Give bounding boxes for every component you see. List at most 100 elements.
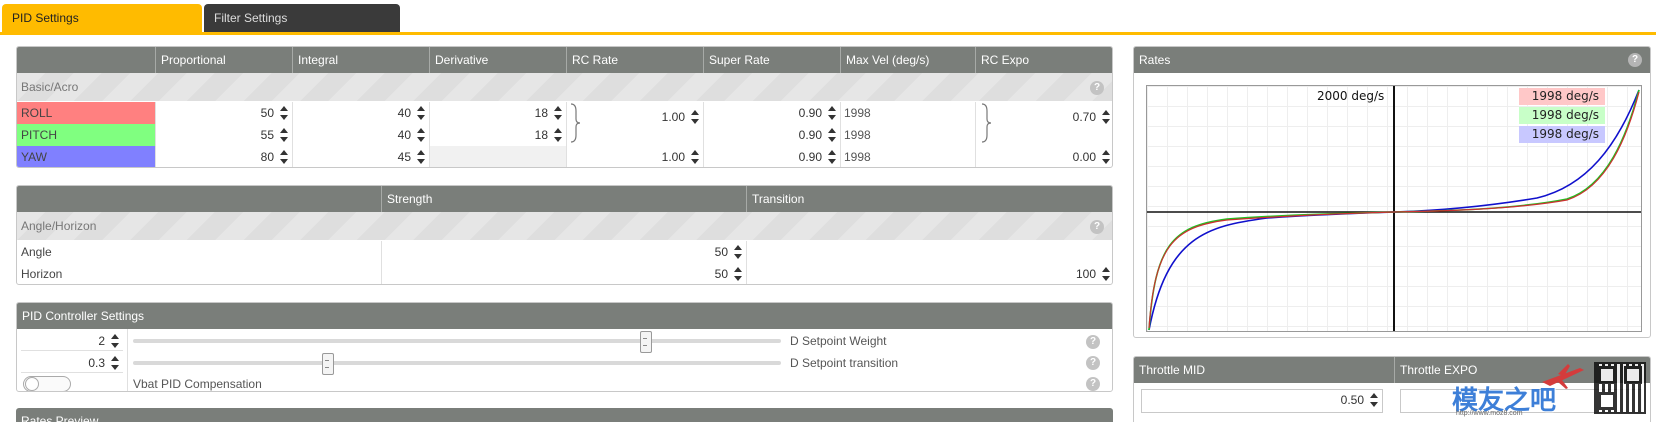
row-label-cell: Angle <box>17 241 381 263</box>
pitch-d-input[interactable]: 18 <box>429 124 566 146</box>
pitch-max-vel: 1998 <box>840 124 975 146</box>
col-max-vel: Max Vel (deg/s) <box>840 47 975 73</box>
tab-filter-settings[interactable]: Filter Settings <box>204 4 400 32</box>
pitch-rc-expo-shared <box>975 124 1112 146</box>
spinner-icon[interactable] <box>1101 149 1111 165</box>
setpoint-transition-slider[interactable] <box>133 361 781 365</box>
tab-underline <box>0 32 1656 35</box>
rates-preview-title: Rates Preview <box>21 414 99 422</box>
spinner-icon[interactable] <box>553 127 563 143</box>
spinner-icon[interactable] <box>416 149 426 165</box>
horizon-transition-input[interactable]: 100 <box>746 263 1112 284</box>
spinner-icon[interactable] <box>279 127 289 143</box>
spinner-icon[interactable] <box>1101 266 1111 282</box>
setpoint-transition-slider-handle[interactable] <box>322 353 335 375</box>
pitch-super-rate-input[interactable]: 0.90 <box>703 124 840 146</box>
pitch-rc-rate-shared <box>566 124 703 146</box>
roll-rc-rate-input[interactable]: 1.00 <box>566 102 703 124</box>
horizon-strength-input[interactable]: 50 <box>381 263 746 284</box>
spinner-icon[interactable] <box>733 244 743 260</box>
yaw-rc-rate-input[interactable]: 1.00 <box>566 146 703 167</box>
help-icon[interactable]: ? <box>1090 220 1104 234</box>
spinner-icon[interactable] <box>279 149 289 165</box>
setpoint-transition-label: D Setpoint transition <box>790 356 899 370</box>
value: 2 <box>98 334 105 348</box>
spinner-icon[interactable] <box>690 149 700 165</box>
spinner-icon[interactable] <box>733 266 743 282</box>
value: 1.00 <box>661 150 685 164</box>
col-rc-rate: RC Rate <box>566 47 703 73</box>
roll-super-rate-input[interactable]: 0.90 <box>703 102 840 124</box>
rates-header: Rates ? <box>1134 47 1650 73</box>
tab-pid-settings[interactable]: PID Settings <box>2 4 202 32</box>
watermark-url: http://www.moz8.com <box>1456 410 1523 417</box>
col-derivative: Derivative <box>429 47 566 73</box>
spinner-icon[interactable] <box>827 149 837 165</box>
max-vel-value: 1998 <box>844 150 871 164</box>
row-label: Angle <box>21 245 52 259</box>
yaw-max-vel: 1998 <box>840 146 975 167</box>
roll-i-input[interactable]: 40 <box>292 102 429 124</box>
roll-p-input[interactable]: 50 <box>155 102 292 124</box>
table-row-pitch: PITCH 55 40 18 0.90 1998 <box>17 124 1112 146</box>
angle-strength-input[interactable]: 50 <box>381 241 746 263</box>
angle-table-header: Strength Transition <box>17 186 1112 212</box>
vbat-compensation-toggle[interactable] <box>23 376 71 391</box>
col-strength: Strength <box>381 186 746 212</box>
col-super-rate: Super Rate <box>703 47 840 73</box>
angle-transition-empty <box>746 241 1112 263</box>
vbat-compensation-label: Vbat PID Compensation <box>133 377 262 391</box>
spinner-icon[interactable] <box>416 105 426 121</box>
roll-rc-expo-input[interactable]: 0.70 <box>975 102 1112 125</box>
yaw-rc-expo-input[interactable]: 0.00 <box>975 146 1112 167</box>
spinner-icon[interactable] <box>690 109 700 125</box>
help-icon[interactable]: ? <box>1628 53 1642 67</box>
help-icon[interactable]: ? <box>1086 356 1100 370</box>
setpoint-weight-input[interactable]: 2 <box>21 331 123 351</box>
spinner-icon[interactable] <box>110 333 120 349</box>
pitch-p-input[interactable]: 55 <box>155 124 292 146</box>
help-icon[interactable]: ? <box>1090 81 1104 95</box>
spinner-icon[interactable] <box>553 105 563 121</box>
yaw-velocity-label: 1998 deg/s <box>1519 126 1605 143</box>
spinner-icon[interactable] <box>1101 109 1111 125</box>
spinner-icon[interactable] <box>279 105 289 121</box>
yaw-super-rate-input[interactable]: 0.90 <box>703 146 840 167</box>
pitch-i-input[interactable]: 40 <box>292 124 429 146</box>
value: 0.90 <box>798 106 822 120</box>
rates-preview-panel: Rates Preview <box>16 408 1113 422</box>
col-transition: Transition <box>746 186 1112 212</box>
spinner-icon[interactable] <box>827 127 837 143</box>
spinner-icon[interactable] <box>110 355 120 371</box>
setpoint-weight-slider-handle[interactable] <box>639 331 652 353</box>
column-divider <box>127 329 128 391</box>
setpoint-weight-slider[interactable] <box>133 339 781 343</box>
value: 55 <box>260 128 274 142</box>
max-rate-label: 2000 deg/s <box>1317 89 1385 103</box>
yaw-i-input[interactable]: 45 <box>292 146 429 167</box>
col-axis <box>17 47 155 73</box>
spinner-icon[interactable] <box>827 105 837 121</box>
throttle-mid-input[interactable]: 0.50 <box>1141 389 1383 413</box>
roll-d-input[interactable]: 18 <box>429 102 566 124</box>
yaw-p-input[interactable]: 80 <box>155 146 292 167</box>
axis-label: YAW <box>21 150 47 164</box>
help-icon[interactable]: ? <box>1086 335 1100 349</box>
controller-title: PID Controller Settings <box>22 309 145 323</box>
axis-cell: YAW <box>17 146 155 167</box>
max-vel-value: 1998 <box>844 128 871 142</box>
col-label <box>17 186 381 212</box>
col-integral: Integral <box>292 47 429 73</box>
value: 0.50 <box>1340 393 1364 407</box>
rc-rate-link-brace-icon <box>570 103 581 143</box>
spinner-icon[interactable] <box>1369 392 1379 408</box>
value: 100 <box>1075 267 1096 281</box>
setpoint-transition-input[interactable]: 0.3 <box>21 353 123 373</box>
help-icon[interactable]: ? <box>1086 377 1100 391</box>
controller-header: PID Controller Settings <box>17 303 1112 329</box>
roll-velocity-label: 1998 deg/s <box>1519 88 1605 105</box>
qr-code <box>1594 362 1646 414</box>
rates-title: Rates <box>1139 53 1171 67</box>
section-angle-horizon: Angle/Horizon ? <box>17 212 1112 240</box>
spinner-icon[interactable] <box>416 127 426 143</box>
